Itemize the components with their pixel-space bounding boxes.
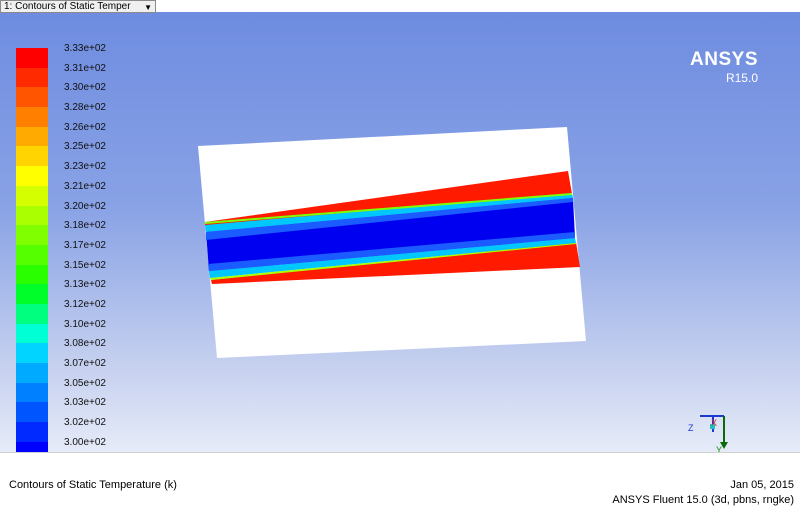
legend-label: 3.30e+02 [64, 82, 106, 94]
legend-label: 3.17e+02 [64, 239, 106, 251]
legend-swatch [16, 244, 48, 265]
legend-label: 3.07e+02 [64, 358, 106, 369]
chevron-down-icon[interactable]: ▼ [144, 2, 152, 13]
plot-title: Contours of Static Temperature (k) [9, 479, 177, 491]
legend-swatch [16, 422, 48, 442]
color-legend-labels: 3.33e+02 3.31e+02 3.30e+02 3.28e+02 3.26e+02… [64, 42, 106, 452]
plot-footer: Contours of Static Temperature (k) Jan 0… [0, 452, 800, 521]
legend-swatch [16, 48, 48, 68]
color-legend [16, 48, 48, 452]
legend-label: 3.21e+02 [64, 180, 106, 192]
legend-swatch [16, 323, 48, 344]
legend-label: 3.15e+02 [64, 259, 106, 271]
graphics-viewport[interactable]: Z X Y 3.33e+02 3.31e+02 3.30e+02 3.28e+02 3.… [0, 12, 800, 452]
legend-label: 3.28e+02 [64, 102, 106, 114]
legend-label: 3.31e+02 [64, 62, 106, 74]
ansys-logo: ANSYS R15.0 [690, 49, 758, 85]
legend-label: 3.12e+02 [64, 298, 106, 310]
legend-swatch [16, 166, 48, 186]
legend-label: 3.00e+02 [64, 436, 106, 448]
axis-y-label: Y [716, 445, 722, 452]
legend-swatch [16, 343, 48, 363]
display-select[interactable]: 1: Contours of Static Temper ▼ [0, 0, 156, 13]
legend-label: 3.25e+02 [64, 141, 106, 153]
legend-swatch [16, 205, 48, 226]
display-select-value: 1: Contours of Static Temper [4, 1, 131, 12]
legend-label: 3.18e+02 [64, 220, 106, 232]
legend-swatch [16, 225, 48, 245]
legend-swatch [16, 107, 48, 127]
axis-z-label: Z [688, 423, 694, 433]
legend-swatch [16, 146, 48, 167]
legend-swatch [16, 303, 48, 324]
legend-label: 3.26e+02 [64, 121, 106, 133]
solver-info: ANSYS Fluent 15.0 (3d, pbns, rngke) [612, 494, 794, 506]
legend-label: 3.23e+02 [64, 161, 106, 173]
legend-swatch [16, 126, 48, 147]
plot-date: Jan 05, 2015 [730, 479, 794, 491]
legend-swatch [16, 363, 48, 383]
legend-label: 3.33e+02 [64, 43, 106, 54]
legend-label: 3.03e+02 [64, 397, 106, 409]
legend-swatch [16, 382, 48, 403]
legend-swatch [16, 284, 48, 304]
axis-triad-icon: Z X Y [688, 415, 728, 452]
legend-swatch [16, 67, 48, 88]
contour-plot: Z X Y [198, 127, 728, 452]
axis-x-label: X [711, 418, 717, 428]
legend-label: 3.08e+02 [64, 338, 106, 350]
legend-swatch [16, 185, 48, 206]
legend-swatch [16, 264, 48, 285]
legend-swatch [16, 402, 48, 423]
legend-label: 3.10e+02 [64, 318, 106, 330]
brand-name: ANSYS [690, 49, 758, 70]
legend-label: 3.13e+02 [64, 279, 106, 291]
legend-swatch [16, 87, 48, 108]
legend-label: 3.05e+02 [64, 377, 106, 389]
legend-label: 3.20e+02 [64, 200, 106, 212]
legend-label: 3.02e+02 [64, 417, 106, 429]
brand-version: R15.0 [725, 71, 758, 85]
legend-swatch [16, 441, 48, 452]
